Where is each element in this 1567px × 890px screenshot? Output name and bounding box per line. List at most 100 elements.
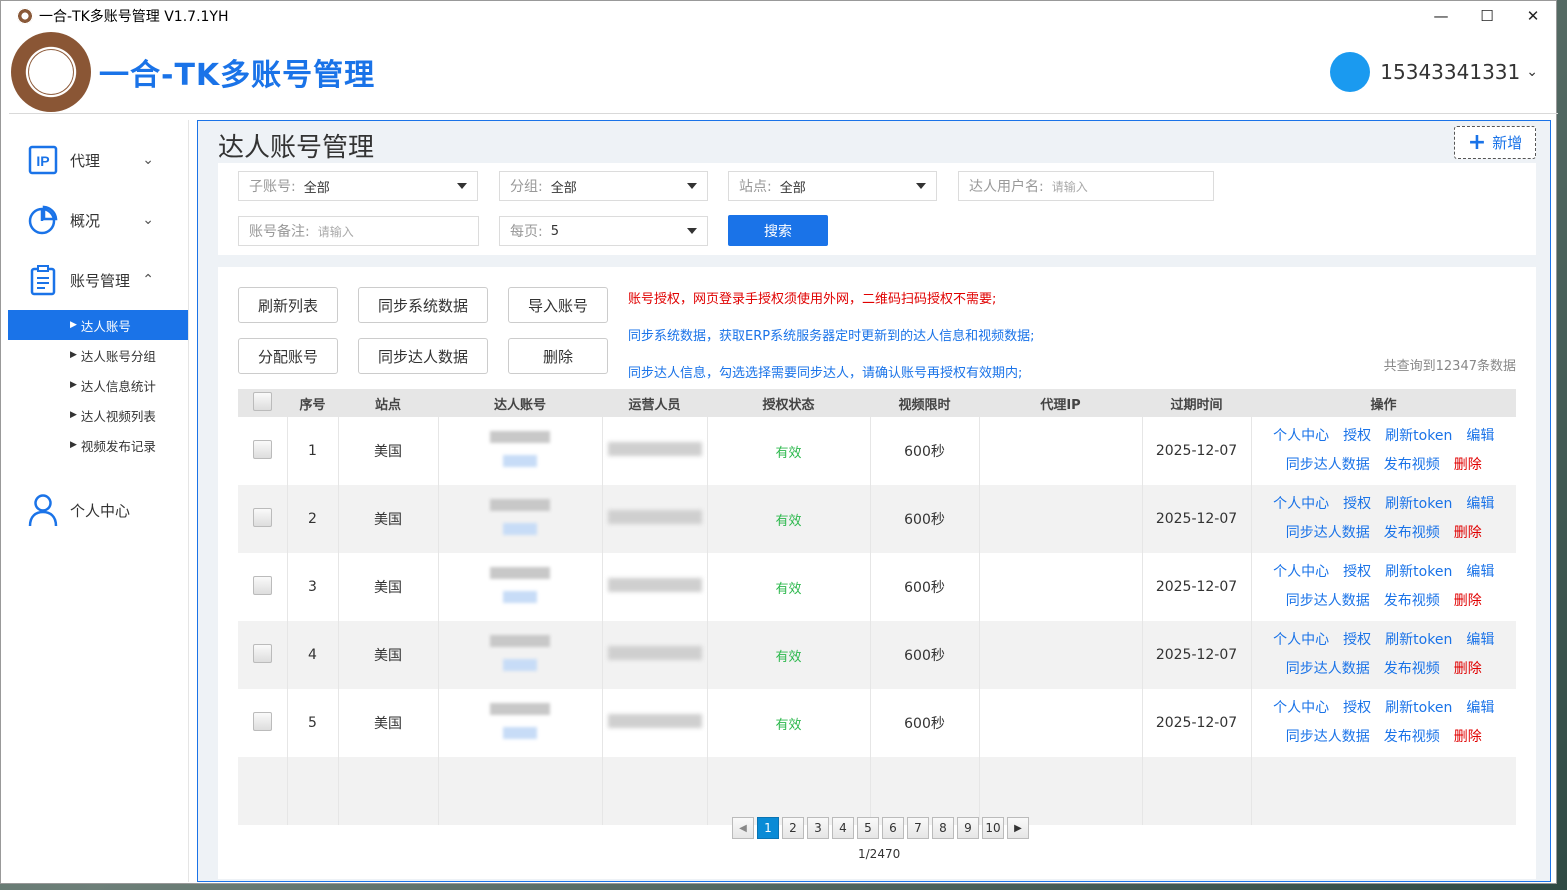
page-button[interactable]: 1 <box>757 817 779 839</box>
table-row[interactable]: 2 美国 有效 600秒 2025-12-07 个人中心 授权 刷新token 编辑 同步达人数据… <box>238 485 1516 553</box>
authorize-link[interactable]: 授权 <box>1343 496 1371 512</box>
delete-link[interactable]: 删除 <box>1454 457 1482 473</box>
edit-link[interactable]: 编辑 <box>1466 496 1494 512</box>
row-checkbox[interactable] <box>252 575 272 595</box>
delete-link[interactable]: 删除 <box>1454 661 1482 677</box>
publish-video-link[interactable]: 发布视频 <box>1384 457 1440 473</box>
avatar[interactable] <box>1330 52 1371 92</box>
row-select-cell[interactable] <box>238 485 288 553</box>
row-select-cell[interactable] <box>238 553 288 621</box>
row-checkbox[interactable] <box>252 711 272 731</box>
authorize-link[interactable]: 授权 <box>1343 564 1371 580</box>
sidebar-subitem-account-groups[interactable]: ▶ 达人账号分组 <box>8 340 188 370</box>
chevron-down-icon: ⌄ <box>142 152 154 168</box>
page-button[interactable]: 6 <box>882 817 904 839</box>
refresh-token-link[interactable]: 刷新token <box>1385 632 1452 648</box>
sidebar-subitem-talent-accounts[interactable]: ▶ 达人账号 <box>8 310 188 340</box>
row-video-limit: 600秒 <box>870 485 980 553</box>
assign-account-button[interactable]: 分配账号 <box>238 338 338 374</box>
table-row[interactable]: 3 美国 有效 600秒 2025-12-07 个人中心 授权 刷新token 编辑 同步达人数据… <box>238 553 1516 621</box>
auth-note: 账号授权，网页登录手授权须使用外网，二维码扫码授权不需要; <box>628 292 997 307</box>
publish-video-link[interactable]: 发布视频 <box>1384 525 1440 541</box>
row-actions: 个人中心 授权 刷新token 编辑同步达人数据 发布视频 删除 <box>1251 553 1516 621</box>
table-row[interactable]: 4 美国 有效 600秒 2025-12-07 个人中心 授权 刷新token 编辑 同步达人数据… <box>238 621 1516 689</box>
sync-talent-link[interactable]: 同步达人数据 <box>1286 661 1370 677</box>
sync-talent-link[interactable]: 同步达人数据 <box>1286 457 1370 473</box>
row-select-cell[interactable] <box>238 417 288 485</box>
publish-video-link[interactable]: 发布视频 <box>1384 661 1440 677</box>
group-select[interactable]: 分组: 全部 <box>499 171 708 201</box>
search-button[interactable]: 搜索 <box>728 215 828 246</box>
page-button[interactable]: 3 <box>807 817 829 839</box>
sidebar-item-account-management[interactable]: 账号管理 ⌃ <box>8 250 188 310</box>
edit-link[interactable]: 编辑 <box>1466 632 1494 648</box>
refresh-token-link[interactable]: 刷新token <box>1385 564 1452 580</box>
sidebar-subitem-talent-stats[interactable]: ▶ 达人信息统计 <box>8 370 188 400</box>
row-checkbox[interactable] <box>252 507 272 527</box>
refresh-token-link[interactable]: 刷新token <box>1385 496 1452 512</box>
sidebar-subitem-publish-records[interactable]: ▶ 视频发布记录 <box>8 430 188 460</box>
user-menu[interactable]: 15343341331 ⌄ <box>1330 52 1538 92</box>
minimize-button[interactable]: — <box>1418 1 1464 31</box>
page-button[interactable]: 7 <box>907 817 929 839</box>
select-all-checkbox[interactable] <box>253 391 272 411</box>
row-select-cell[interactable] <box>238 621 288 689</box>
sidebar-item-overview[interactable]: 概况 ⌄ <box>8 190 188 250</box>
edit-link[interactable]: 编辑 <box>1466 564 1494 580</box>
table-row[interactable]: 5 美国 有效 600秒 2025-12-07 个人中心 授权 刷新token 编辑 同步达人数据… <box>238 689 1516 757</box>
publish-video-link[interactable]: 发布视频 <box>1384 593 1440 609</box>
add-button[interactable]: + 新增 <box>1454 126 1536 159</box>
next-page-button[interactable]: ▶ <box>1007 817 1029 839</box>
personal-center-link[interactable]: 个人中心 <box>1273 632 1329 648</box>
personal-center-link[interactable]: 个人中心 <box>1273 700 1329 716</box>
page-button[interactable]: 4 <box>832 817 854 839</box>
table-row[interactable]: 1 美国 有效 600秒 2025-12-07 个人中心 授权 刷新token 编辑 同步达人数据… <box>238 417 1516 485</box>
refresh-token-link[interactable]: 刷新token <box>1385 700 1452 716</box>
page-button[interactable]: 9 <box>957 817 979 839</box>
authorize-link[interactable]: 授权 <box>1343 632 1371 648</box>
sync-talent-link[interactable]: 同步达人数据 <box>1286 729 1370 745</box>
sidebar-item-personal-center[interactable]: 个人中心 <box>8 480 188 540</box>
sync-system-button[interactable]: 同步系统数据 <box>358 287 488 323</box>
page-button[interactable]: 10 <box>982 817 1004 839</box>
edit-link[interactable]: 编辑 <box>1466 700 1494 716</box>
username-input[interactable]: 达人用户名: 请输入 <box>958 171 1214 201</box>
row-checkbox[interactable] <box>252 439 272 459</box>
sub-account-select[interactable]: 子账号: 全部 <box>238 171 478 201</box>
authorize-link[interactable]: 授权 <box>1343 428 1371 444</box>
select-all-header[interactable] <box>238 389 287 417</box>
prev-page-button[interactable]: ◀ <box>732 817 754 839</box>
site-select[interactable]: 站点: 全部 <box>728 171 937 201</box>
page-button[interactable]: 8 <box>932 817 954 839</box>
refresh-token-link[interactable]: 刷新token <box>1385 428 1452 444</box>
authorize-link[interactable]: 授权 <box>1343 700 1371 716</box>
import-account-button[interactable]: 导入账号 <box>508 287 608 323</box>
per-page-select[interactable]: 每页: 5 <box>499 216 708 246</box>
delete-link[interactable]: 删除 <box>1454 593 1482 609</box>
edit-link[interactable]: 编辑 <box>1466 428 1494 444</box>
remark-input[interactable]: 账号备注: 请输入 <box>238 216 479 246</box>
refresh-list-button[interactable]: 刷新列表 <box>238 287 338 323</box>
user-phone[interactable]: 15343341331 <box>1380 60 1520 84</box>
close-button[interactable]: ✕ <box>1510 1 1556 31</box>
sync-system-note: 同步系统数据，获取ERP系统服务器定时更新到的达人信息和视频数据; <box>628 329 1035 344</box>
sync-talent-button[interactable]: 同步达人数据 <box>358 338 488 374</box>
sidebar-item-proxy[interactable]: IP 代理 ⌄ <box>8 130 188 190</box>
sidebar-subitem-talent-videos[interactable]: ▶ 达人视频列表 <box>8 400 188 430</box>
personal-center-link[interactable]: 个人中心 <box>1273 428 1329 444</box>
row-checkbox[interactable] <box>252 643 272 663</box>
maximize-button[interactable]: ☐ <box>1464 1 1510 31</box>
page-button[interactable]: 5 <box>857 817 879 839</box>
delete-link[interactable]: 删除 <box>1454 525 1482 541</box>
personal-center-link[interactable]: 个人中心 <box>1273 564 1329 580</box>
delete-link[interactable]: 删除 <box>1454 729 1482 745</box>
sync-talent-link[interactable]: 同步达人数据 <box>1286 525 1370 541</box>
page-button[interactable]: 2 <box>782 817 804 839</box>
publish-video-link[interactable]: 发布视频 <box>1384 729 1440 745</box>
personal-center-link[interactable]: 个人中心 <box>1273 496 1329 512</box>
row-select-cell[interactable] <box>238 689 288 757</box>
sync-talent-link[interactable]: 同步达人数据 <box>1286 593 1370 609</box>
chevron-down-icon[interactable]: ⌄ <box>1526 64 1538 80</box>
plus-icon: + <box>1467 130 1487 155</box>
delete-button[interactable]: 删除 <box>508 338 608 374</box>
